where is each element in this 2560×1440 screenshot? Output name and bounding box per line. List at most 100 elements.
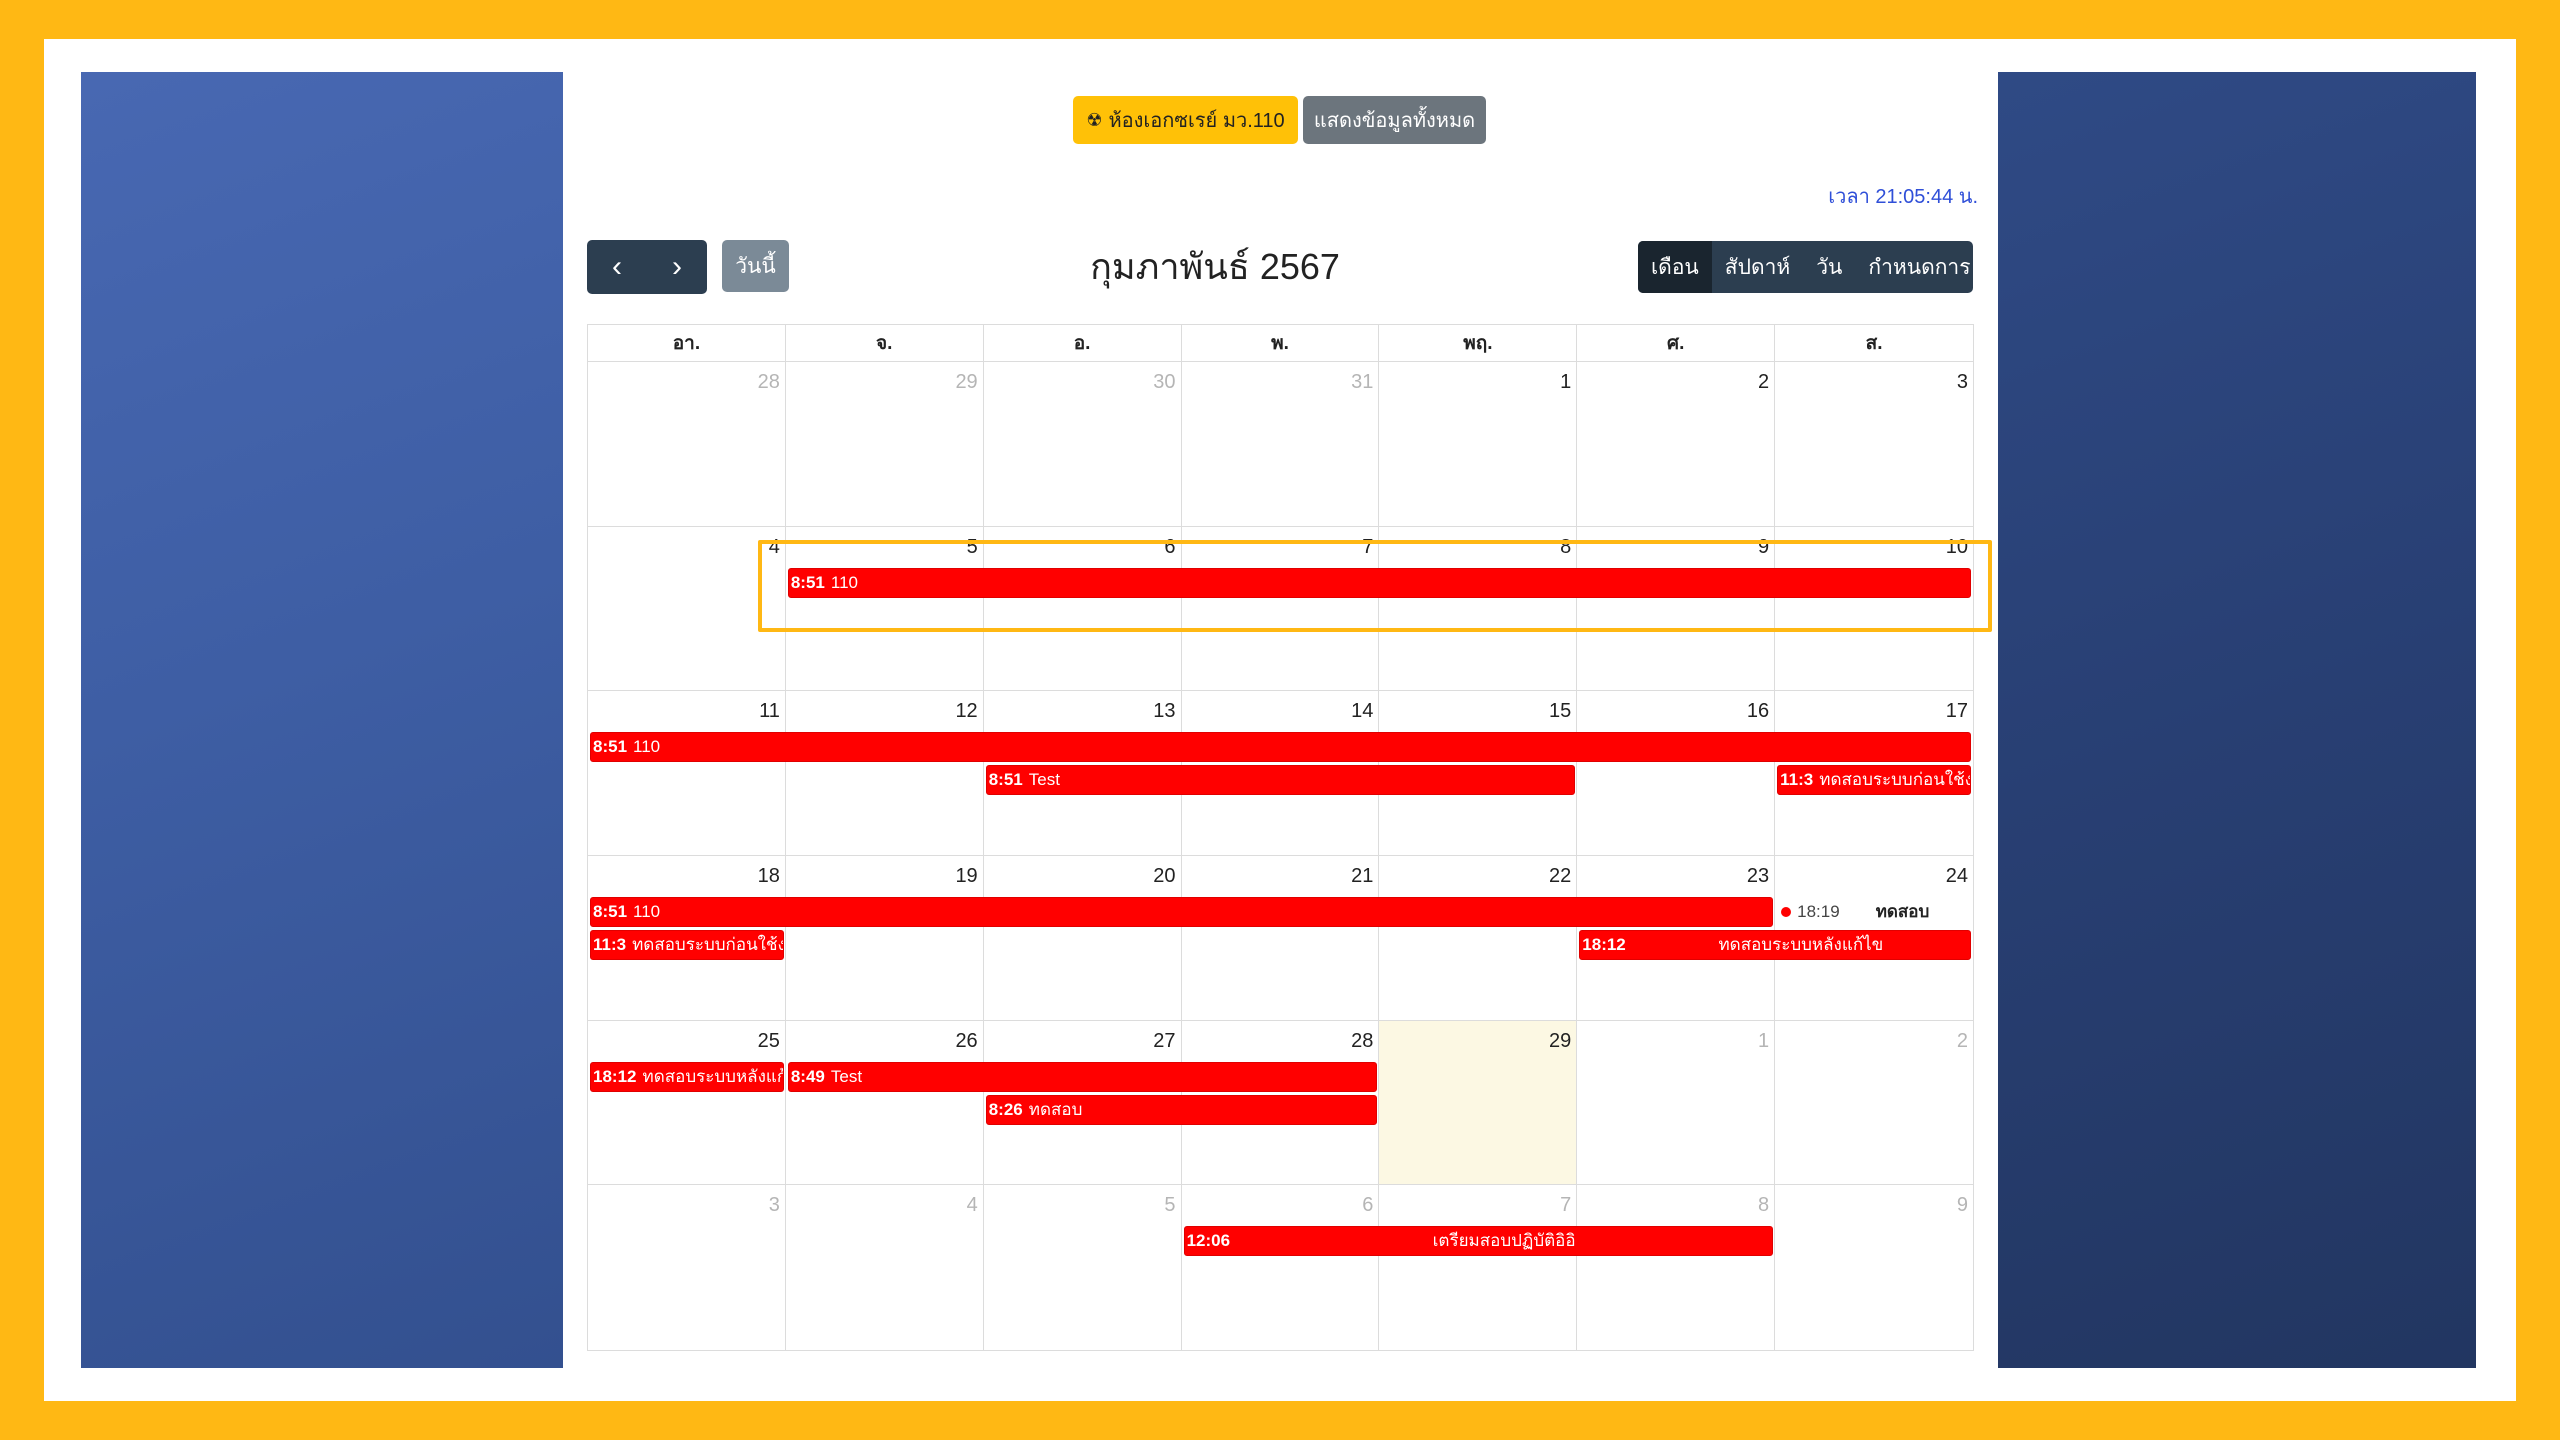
calendar-event[interactable]: 8:51 110 bbox=[590, 897, 1774, 927]
day-number[interactable]: 30 bbox=[1153, 371, 1175, 394]
day-cell[interactable]: 26 bbox=[785, 1020, 984, 1186]
day-cell[interactable]: 5 bbox=[785, 526, 984, 692]
day-number[interactable]: 13 bbox=[1153, 700, 1175, 723]
day-number[interactable]: 6 bbox=[1164, 536, 1175, 559]
day-cell[interactable]: 21 bbox=[1181, 856, 1380, 1021]
day-cell[interactable]: 25 bbox=[588, 1020, 786, 1186]
day-cell[interactable]: 8 bbox=[1379, 526, 1578, 692]
calendar-event[interactable]: 18:12 ทดสอบระบบหลังแก้ไ bbox=[590, 1061, 784, 1092]
day-number[interactable]: 10 bbox=[1946, 536, 1968, 559]
calendar-event[interactable]: 8:51 110 bbox=[787, 567, 1971, 598]
prev-month-button[interactable]: ‹ bbox=[587, 240, 647, 294]
day-number[interactable]: 27 bbox=[1153, 1030, 1175, 1053]
view-day-button[interactable]: วัน bbox=[1803, 241, 1855, 293]
day-cell[interactable]: 4 bbox=[786, 1185, 984, 1350]
day-number[interactable]: 31 bbox=[1351, 371, 1373, 394]
day-cell[interactable]: 8 bbox=[1577, 1185, 1776, 1350]
day-number[interactable]: 5 bbox=[967, 536, 978, 559]
event-title: ทดสอบ bbox=[1028, 1099, 1083, 1119]
event-time: 11:3 bbox=[1780, 770, 1814, 790]
day-number[interactable]: 5 bbox=[1164, 1194, 1175, 1217]
day-number[interactable]: 20 bbox=[1153, 865, 1175, 888]
day-number[interactable]: 1 bbox=[1758, 1030, 1769, 1053]
day-number[interactable]: 16 bbox=[1747, 700, 1769, 723]
calendar-event[interactable]: 18:19 ทดสอบ bbox=[1777, 897, 1971, 927]
day-number[interactable]: 11 bbox=[759, 700, 780, 723]
day-cell[interactable]: 9 bbox=[1775, 1185, 1973, 1350]
day-number[interactable]: 29 bbox=[955, 371, 977, 394]
day-number[interactable]: 7 bbox=[1560, 1194, 1571, 1217]
calendar-event[interactable]: 11:3 ทดสอบระบบก่อนใช้ง bbox=[1777, 765, 1971, 796]
day-cell[interactable]: 6 bbox=[1182, 1185, 1380, 1350]
day-cell[interactable]: 7 bbox=[1181, 526, 1380, 692]
day-cell[interactable]: 6 bbox=[983, 526, 1182, 692]
calendar-event[interactable]: 12:06 เตรียมสอบปฏิบัติอิอิ bbox=[1183, 1226, 1774, 1257]
day-number[interactable]: 26 bbox=[955, 1030, 977, 1053]
day-cell[interactable]: 28 bbox=[588, 362, 786, 527]
day-number[interactable]: 2 bbox=[1758, 371, 1769, 394]
view-list-button[interactable]: กำหนดการ bbox=[1855, 241, 1973, 293]
day-number[interactable]: 8 bbox=[1758, 1194, 1769, 1217]
day-number[interactable]: 1 bbox=[1560, 371, 1571, 394]
day-cell[interactable]: 22 bbox=[1379, 856, 1578, 1021]
day-cell[interactable]: 9 bbox=[1577, 526, 1776, 692]
day-cell[interactable]: 3 bbox=[588, 1185, 786, 1350]
room-filter-button[interactable]: ☢ ห้องเอกซเรย์ มว.110 bbox=[1073, 96, 1298, 144]
day-number[interactable]: 15 bbox=[1549, 700, 1571, 723]
calendar-event[interactable]: 11:3 ทดสอบระบบก่อนใช้ง bbox=[590, 930, 784, 960]
view-month-button[interactable]: เดือน bbox=[1638, 241, 1712, 293]
day-number[interactable]: 28 bbox=[758, 371, 780, 394]
day-number[interactable]: 4 bbox=[769, 536, 780, 559]
day-number[interactable]: 29 bbox=[1549, 1030, 1571, 1053]
calendar-event[interactable]: 8:49 Test bbox=[787, 1061, 1378, 1092]
calendar-event[interactable]: 18:12 ทดสอบระบบหลังแก้ไข bbox=[1579, 930, 1971, 960]
day-cell[interactable]: 16 bbox=[1577, 691, 1776, 856]
day-cell[interactable]: 2 bbox=[1577, 362, 1776, 527]
day-number[interactable]: 22 bbox=[1549, 865, 1571, 888]
day-number[interactable]: 4 bbox=[967, 1194, 978, 1217]
day-cell[interactable]: 31 bbox=[1181, 362, 1380, 527]
view-week-button[interactable]: สัปดาห์ bbox=[1712, 241, 1803, 293]
day-cell[interactable]: 11 bbox=[588, 691, 786, 856]
day-number[interactable]: 14 bbox=[1351, 700, 1373, 723]
day-number[interactable]: 28 bbox=[1351, 1030, 1373, 1053]
event-time: 11:3 bbox=[593, 935, 627, 954]
day-cell-today[interactable]: 29 bbox=[1379, 1020, 1578, 1186]
day-cell[interactable]: 12 bbox=[785, 691, 984, 856]
day-number[interactable]: 23 bbox=[1747, 865, 1769, 888]
day-cell[interactable]: 1 bbox=[1379, 362, 1578, 527]
day-number[interactable]: 6 bbox=[1362, 1194, 1373, 1217]
day-number[interactable]: 21 bbox=[1351, 865, 1373, 888]
day-cell[interactable]: 4 bbox=[588, 526, 786, 692]
day-number[interactable]: 17 bbox=[1946, 700, 1968, 723]
day-cell[interactable]: 2 bbox=[1775, 1021, 1973, 1186]
day-cell[interactable]: 3 bbox=[1775, 362, 1973, 527]
day-number[interactable]: 19 bbox=[955, 865, 977, 888]
day-cell[interactable]: 30 bbox=[983, 362, 1182, 527]
day-cell[interactable]: 10 bbox=[1775, 527, 1973, 692]
day-cell[interactable]: 19 bbox=[785, 856, 984, 1021]
calendar-event[interactable]: 8:26 ทดสอบ bbox=[985, 1094, 1378, 1125]
day-number[interactable]: 24 bbox=[1946, 865, 1968, 888]
show-all-button[interactable]: แสดงข้อมูลทั้งหมด bbox=[1303, 96, 1486, 144]
day-number[interactable]: 18 bbox=[758, 865, 780, 888]
day-number[interactable]: 9 bbox=[1957, 1194, 1968, 1217]
day-cell[interactable]: 7 bbox=[1379, 1185, 1578, 1350]
day-number[interactable]: 12 bbox=[955, 700, 977, 723]
room-filter-label: ห้องเอกซเรย์ มว.110 bbox=[1108, 110, 1285, 132]
day-number[interactable]: 3 bbox=[769, 1194, 780, 1217]
day-number[interactable]: 9 bbox=[1758, 536, 1769, 559]
calendar-event[interactable]: 8:51 110 bbox=[590, 732, 1971, 763]
next-month-button[interactable]: › bbox=[647, 240, 707, 294]
day-number[interactable]: 3 bbox=[1957, 371, 1968, 394]
day-cell[interactable]: 1 bbox=[1577, 1020, 1776, 1186]
day-cell[interactable]: 20 bbox=[983, 856, 1182, 1021]
day-number[interactable]: 25 bbox=[758, 1030, 780, 1053]
day-number[interactable]: 2 bbox=[1957, 1030, 1968, 1053]
day-cell[interactable]: 29 bbox=[785, 362, 984, 527]
day-number[interactable]: 7 bbox=[1362, 536, 1373, 559]
day-cell[interactable]: 5 bbox=[984, 1185, 1182, 1350]
day-number[interactable]: 8 bbox=[1560, 536, 1571, 559]
calendar-event[interactable]: 8:51 Test bbox=[985, 765, 1576, 796]
today-button[interactable]: วันนี้ bbox=[722, 240, 789, 292]
